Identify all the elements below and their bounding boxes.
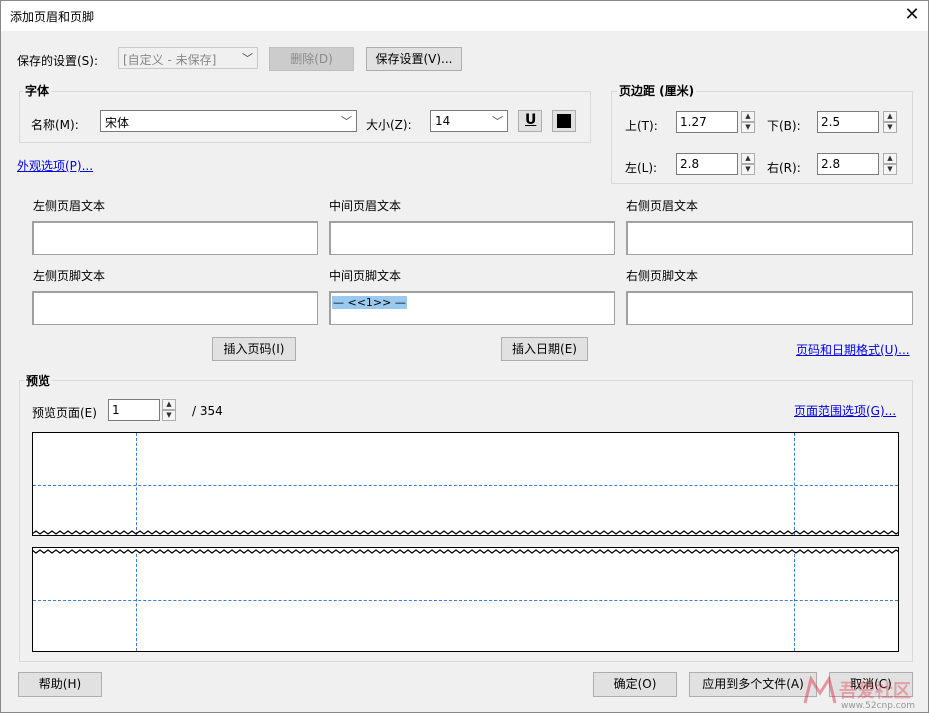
spin-down-icon[interactable]: ▼: [741, 164, 755, 175]
margins-group-title: 页边距 (厘米): [617, 82, 697, 99]
center-footer-label: 中间页脚文本: [329, 269, 402, 283]
margin-left-spinner[interactable]: ▲ ▼: [741, 153, 755, 175]
margin-right-spinner[interactable]: ▲ ▼: [883, 153, 897, 175]
preview-page-input[interactable]: 1: [108, 399, 160, 421]
margin-bottom-value: 2.5: [821, 115, 841, 129]
chevron-down-icon: ﹀: [242, 52, 253, 65]
margin-guide-right: [794, 433, 795, 535]
margin-guide-bottom: [33, 600, 898, 601]
save-settings-button[interactable]: 保存设置(V)...: [366, 47, 462, 71]
margin-left-label: 左(L):: [625, 161, 658, 175]
margin-guide-left: [136, 433, 137, 535]
preview-page-value: 1: [112, 403, 120, 417]
right-header-label: 右侧页眉文本: [626, 199, 699, 213]
preview-group-title: 预览: [24, 372, 53, 389]
chevron-down-icon: ﹀: [341, 115, 352, 128]
title-bar: 添加页眉和页脚 ✕: [1, 1, 928, 31]
page-break-edge: [32, 549, 899, 554]
margin-top-input[interactable]: 1.27: [676, 111, 738, 133]
font-size-select[interactable]: 14 ﹀: [430, 110, 508, 132]
preview-page-top: [32, 432, 899, 536]
spin-up-icon[interactable]: ▲: [883, 111, 897, 122]
margin-top-spinner[interactable]: ▲ ▼: [741, 111, 755, 133]
left-header-label: 左侧页眉文本: [33, 199, 106, 213]
font-size-value: 14: [435, 114, 451, 128]
margin-guide-top: [33, 485, 898, 486]
saved-settings-value: [自定义 - 未保存]: [123, 53, 217, 67]
spin-down-icon[interactable]: ▼: [741, 122, 755, 133]
saved-settings-label: 保存的设置(S):: [17, 54, 99, 68]
margin-right-value: 2.8: [821, 157, 841, 171]
margin-left-input[interactable]: 2.8: [676, 153, 738, 175]
insert-page-number-button[interactable]: 插入页码(I): [212, 337, 296, 361]
help-button[interactable]: 帮助(H): [18, 672, 102, 697]
watermark-url: www.52cnp.com: [841, 701, 916, 711]
left-header-input[interactable]: [32, 221, 318, 255]
center-header-label: 中间页眉文本: [329, 199, 402, 213]
page-range-options-link[interactable]: 页面范围选项(G)...: [794, 402, 896, 419]
color-swatch-icon: [557, 114, 571, 128]
insert-date-button[interactable]: 插入日期(E): [501, 337, 588, 361]
font-name-select[interactable]: 宋体 ﹀: [100, 110, 357, 132]
margin-guide-right: [794, 554, 795, 651]
spin-up-icon[interactable]: ▲: [741, 153, 755, 164]
font-group-title: 字体: [23, 82, 52, 99]
font-name-label: 名称(M):: [31, 118, 79, 132]
margin-bottom-spinner[interactable]: ▲ ▼: [883, 111, 897, 133]
margin-bottom-input[interactable]: 2.5: [817, 111, 879, 133]
spin-up-icon[interactable]: ▲: [162, 399, 176, 410]
close-icon[interactable]: ✕: [902, 5, 922, 25]
apply-to-multiple-files-button[interactable]: 应用到多个文件(A): [689, 672, 817, 697]
spin-up-icon[interactable]: ▲: [741, 111, 755, 122]
font-name-value: 宋体: [105, 116, 130, 130]
saved-settings-select[interactable]: [自定义 - 未保存] ﹀: [118, 47, 258, 69]
underline-icon: U: [525, 112, 537, 128]
center-footer-input[interactable]: — <<1>> —: [329, 291, 615, 325]
spin-down-icon[interactable]: ▼: [883, 122, 897, 133]
page-date-format-link[interactable]: 页码和日期格式(U)...: [796, 341, 910, 358]
spin-up-icon[interactable]: ▲: [883, 153, 897, 164]
appearance-options-link[interactable]: 外观选项(P)...: [17, 157, 93, 174]
margin-bottom-label: 下(B):: [767, 119, 801, 133]
center-footer-value: — <<1>> —: [332, 296, 407, 309]
spin-down-icon[interactable]: ▼: [883, 164, 897, 175]
left-footer-label: 左侧页脚文本: [33, 269, 106, 283]
margin-right-input[interactable]: 2.8: [817, 153, 879, 175]
ok-button[interactable]: 确定(O): [593, 672, 677, 697]
center-header-input[interactable]: [329, 221, 615, 255]
margin-top-label: 上(T):: [625, 119, 658, 133]
margin-right-label: 右(R):: [767, 161, 801, 175]
margin-top-value: 1.27: [680, 115, 707, 129]
right-header-input[interactable]: [626, 221, 913, 255]
chevron-down-icon: ﹀: [492, 115, 503, 128]
spin-down-icon[interactable]: ▼: [162, 410, 176, 421]
preview-page-bottom: [32, 547, 899, 652]
underline-button[interactable]: U: [518, 110, 542, 132]
right-footer-input[interactable]: [626, 291, 913, 325]
font-color-button[interactable]: [552, 110, 576, 132]
dialog-title: 添加页眉和页脚: [10, 10, 95, 24]
watermark-text: 吾爱社区: [839, 681, 911, 702]
margin-guide-left: [136, 554, 137, 651]
margin-left-value: 2.8: [680, 157, 700, 171]
right-footer-label: 右侧页脚文本: [626, 269, 699, 283]
delete-button[interactable]: 删除(D): [269, 47, 354, 71]
preview-page-label: 预览页面(E): [32, 406, 97, 420]
watermark-logo: [803, 675, 837, 704]
font-size-label: 大小(Z):: [366, 118, 412, 132]
page-break-edge: [32, 530, 899, 535]
left-footer-input[interactable]: [32, 291, 318, 325]
preview-page-spinner[interactable]: ▲ ▼: [162, 399, 176, 421]
preview-total-pages: / 354: [192, 404, 223, 418]
add-header-footer-dialog: 添加页眉和页脚 ✕ 保存的设置(S): [自定义 - 未保存] ﹀ 删除(D) …: [0, 0, 929, 713]
